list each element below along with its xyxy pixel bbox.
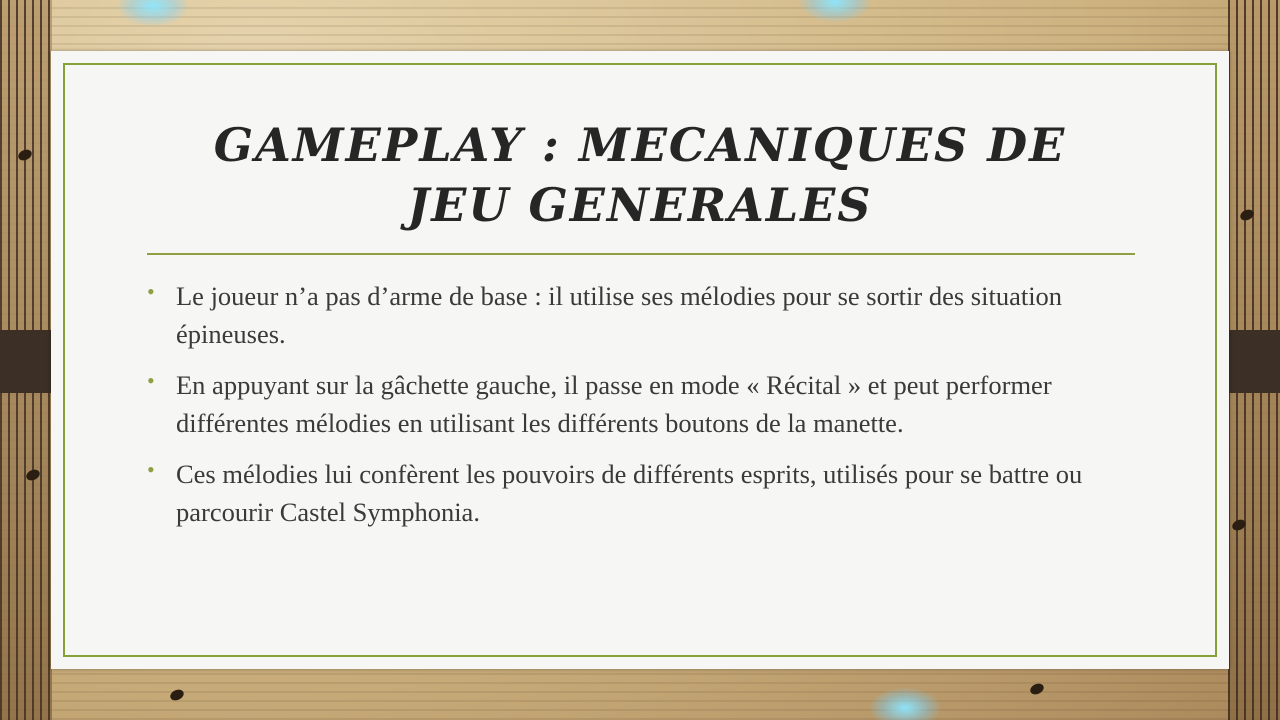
spirit-glow-icon [870, 688, 940, 720]
bullet-icon: • [147, 279, 155, 304]
bullet-text: Le joueur n’a pas d’arme de base : il ut… [176, 281, 1063, 349]
bullet-icon: • [147, 368, 155, 393]
title-divider [147, 253, 1135, 255]
slide-card: Gameplay : mecaniques de jeu generales •… [51, 51, 1229, 669]
bullet-item: • En appuyant sur la gâchette gauche, il… [147, 366, 1139, 442]
bullet-text: Ces mélodies lui confèrent les pouvoirs … [176, 459, 1083, 527]
bullet-icon: • [147, 457, 155, 482]
bullet-item: • Ces mélodies lui confèrent les pouvoir… [147, 455, 1139, 531]
bullet-text: En appuyant sur la gâchette gauche, il p… [176, 370, 1052, 438]
bullet-item: • Le joueur n’a pas d’arme de base : il … [147, 277, 1139, 353]
bullet-list: • Le joueur n’a pas d’arme de base : il … [147, 277, 1139, 544]
slide-title: Gameplay : mecaniques de jeu generales [213, 118, 1067, 232]
